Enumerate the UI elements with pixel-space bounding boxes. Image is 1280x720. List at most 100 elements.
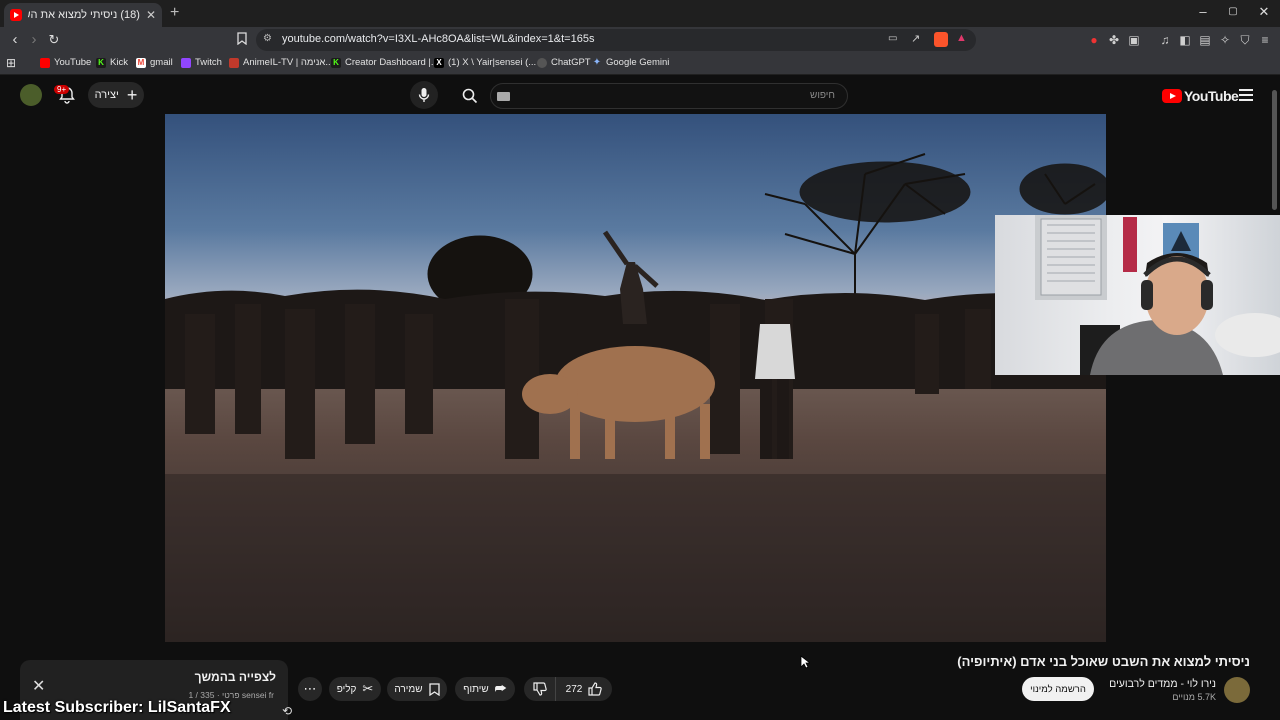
share-page-icon[interactable]: ↗ bbox=[911, 32, 920, 45]
browser-tab[interactable]: (18) ניסיתי למצוא את השבט שאוכל בני אדם … bbox=[4, 3, 162, 27]
more-actions-button[interactable]: ⋯ bbox=[298, 677, 322, 701]
bookmark-gemini[interactable]: ✦ Google Gemini bbox=[592, 56, 670, 68]
new-tab-button[interactable]: + bbox=[170, 4, 179, 22]
bookmark-animeil[interactable]: AnimeIL-TV | אנימה... bbox=[229, 57, 333, 68]
apps-grid-icon[interactable]: ⊞ bbox=[6, 56, 16, 70]
logo-text: YouTube bbox=[1184, 88, 1239, 104]
video-frame bbox=[165, 153, 1106, 642]
plus-icon: + bbox=[126, 84, 138, 105]
bookmark-label: (1) X \ Yair|sensei (... bbox=[448, 57, 537, 68]
hamburger-menu-icon[interactable] bbox=[1239, 89, 1253, 101]
extension-box-icon[interactable]: ▣ bbox=[1126, 32, 1142, 48]
bookmark-chatgpt[interactable]: ChatGPT bbox=[537, 57, 591, 68]
media-controls-icon[interactable]: ♫ bbox=[1157, 32, 1173, 48]
twitch-icon bbox=[181, 57, 191, 68]
dislike-button[interactable] bbox=[524, 677, 556, 701]
gemini-icon: ✦ bbox=[592, 56, 602, 68]
search-icon bbox=[462, 88, 478, 104]
tab-close-button[interactable]: ✕ bbox=[146, 8, 156, 22]
extension-record-icon[interactable]: ● bbox=[1086, 32, 1102, 48]
bookmark-label: gmail bbox=[150, 57, 173, 68]
thumbs-down-icon bbox=[532, 682, 547, 696]
forward-button[interactable]: › bbox=[25, 31, 43, 49]
chatgpt-icon bbox=[537, 57, 547, 68]
share-button[interactable]: ⮫ שיתוף bbox=[455, 677, 515, 701]
window-close-button[interactable]: ✕ bbox=[1249, 4, 1279, 20]
save-label: שמירה bbox=[394, 683, 423, 695]
bookmark-label: Creator Dashboard |... bbox=[345, 57, 439, 68]
search-button[interactable] bbox=[452, 83, 488, 109]
youtube-header: 9+ יצירה + חיפוש YouTube bbox=[0, 76, 1280, 114]
like-button[interactable]: 272 bbox=[556, 677, 612, 701]
browser-tab-bar: (18) ניסיתי למצוא את השבט שאוכל בני אדם … bbox=[0, 0, 1280, 27]
close-icon[interactable]: ✕ bbox=[32, 676, 45, 696]
extensions-icon[interactable]: ✤ bbox=[1106, 32, 1122, 48]
save-bookmark-icon bbox=[428, 682, 440, 696]
reload-button[interactable]: ↻ bbox=[45, 31, 63, 49]
bookmark-page-icon[interactable] bbox=[234, 32, 250, 48]
address-bar[interactable]: ⚙ youtube.com/watch?v=I3XL-AHc8OA&list=W… bbox=[256, 29, 976, 51]
notification-count-badge: 9+ bbox=[54, 85, 70, 94]
kick-icon: K bbox=[96, 57, 106, 68]
youtube-favicon-icon bbox=[10, 9, 22, 21]
stream-overlay-latest-subscriber: Latest Subscriber: LilSantaFX bbox=[3, 699, 231, 716]
animeil-icon bbox=[229, 57, 239, 68]
bookmark-label: Kick bbox=[110, 57, 128, 68]
clip-button[interactable]: ✂ קליפ bbox=[329, 677, 381, 701]
bookmark-x[interactable]: X (1) X \ Yair|sensei (... bbox=[434, 57, 536, 68]
channel-name[interactable]: נירו לוי - ממדים לרבועים bbox=[1109, 678, 1216, 690]
account-avatar[interactable] bbox=[20, 84, 42, 106]
page-scrollbar[interactable] bbox=[1272, 90, 1277, 210]
channel-avatar[interactable] bbox=[1224, 677, 1250, 703]
bookmark-label: Twitch bbox=[195, 57, 222, 68]
brave-shields-icon[interactable] bbox=[934, 32, 948, 47]
microphone-icon bbox=[418, 88, 430, 102]
thumbs-up-icon bbox=[588, 682, 603, 696]
bookmark-youtube[interactable]: YouTube bbox=[40, 57, 91, 68]
kick-icon: K bbox=[331, 57, 341, 68]
bookmark-kick[interactable]: K Kick bbox=[96, 57, 128, 68]
create-button[interactable]: יצירה + bbox=[88, 82, 144, 108]
streamer-webcam bbox=[995, 215, 1280, 375]
mouse-cursor-icon bbox=[800, 655, 810, 669]
site-info-icon[interactable]: ⚙ bbox=[263, 33, 272, 44]
x-icon: X bbox=[434, 57, 444, 68]
bookmark-twitch[interactable]: Twitch bbox=[181, 57, 222, 68]
bookmark-label: Google Gemini bbox=[606, 57, 670, 68]
bookmarks-bar: ⊞ YouTube K Kick Mgmail Twitch AnimeIL-TV… bbox=[0, 53, 1280, 75]
voice-search-button[interactable] bbox=[410, 81, 438, 109]
bookmark-creator-dashboard[interactable]: K Creator Dashboard |... bbox=[331, 57, 439, 68]
save-button[interactable]: שמירה bbox=[387, 677, 447, 701]
youtube-logo[interactable]: YouTube bbox=[1162, 88, 1239, 104]
subscribe-button[interactable]: הרשמה למינוי bbox=[1022, 677, 1094, 701]
search-placeholder: חיפוש bbox=[810, 90, 835, 101]
like-count: 272 bbox=[565, 683, 583, 695]
youtube-play-icon bbox=[1162, 89, 1182, 103]
cast-icon[interactable]: ▭ bbox=[888, 33, 897, 44]
search-input[interactable]: חיפוש bbox=[490, 83, 848, 109]
back-button[interactable]: ‹ bbox=[6, 31, 24, 49]
url-text: youtube.com/watch?v=I3XL-AHc8OA&list=WL&… bbox=[282, 33, 595, 45]
browser-toolbar: ‹ › ↻ ⚙ youtube.com/watch?v=I3XL-AHc8OA&… bbox=[0, 27, 1280, 53]
leo-ai-icon[interactable]: ✧ bbox=[1217, 32, 1233, 48]
wallet-icon[interactable]: ▤ bbox=[1197, 32, 1213, 48]
bookmark-label: AnimeIL-TV | אנימה... bbox=[243, 57, 334, 68]
create-label: יצירה bbox=[94, 89, 119, 101]
keyboard-icon[interactable] bbox=[497, 92, 510, 101]
bookmark-gmail[interactable]: Mgmail bbox=[136, 57, 173, 68]
browser-menu-icon[interactable]: ≡ bbox=[1257, 32, 1273, 48]
bookmark-label: ChatGPT bbox=[551, 57, 591, 68]
video-player[interactable] bbox=[165, 114, 1106, 642]
clip-label: קליפ bbox=[336, 683, 357, 695]
minimize-button[interactable]: – bbox=[1188, 4, 1218, 19]
watch-later-title[interactable]: לצפייה בהמשך bbox=[195, 670, 276, 684]
brave-rewards-icon[interactable]: ▲ bbox=[956, 32, 967, 44]
subscriber-count: 5.7K מנויים bbox=[1172, 692, 1216, 702]
webcam-frame bbox=[1035, 215, 1280, 375]
maximize-button[interactable]: ▢ bbox=[1218, 6, 1248, 17]
youtube-icon bbox=[40, 57, 50, 68]
vpn-shield-icon[interactable]: ⛉ bbox=[1237, 32, 1253, 48]
sidebar-icon[interactable]: ◧ bbox=[1177, 32, 1193, 48]
loop-icon[interactable]: ⟲ bbox=[282, 704, 292, 718]
tab-title: (18) ניסיתי למצוא את השבט שאוכל בני אדם bbox=[28, 9, 140, 21]
